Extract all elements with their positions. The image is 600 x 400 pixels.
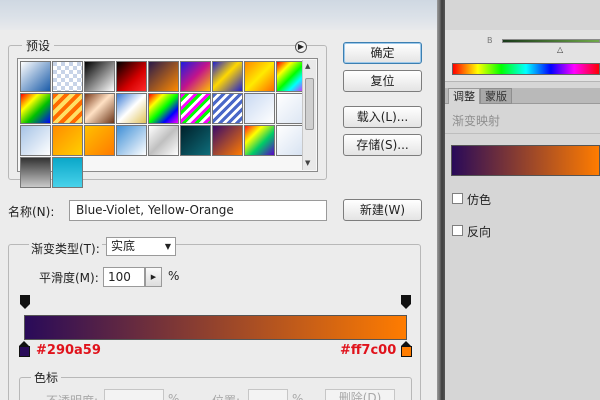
- dialog-shadow-edge: [437, 0, 445, 400]
- preset-swatch[interactable]: [84, 61, 115, 92]
- preset-swatch[interactable]: [244, 93, 275, 124]
- preset-swatch[interactable]: [20, 157, 51, 188]
- presets-label: 预设: [22, 37, 55, 54]
- tab-adjustments[interactable]: 调整: [448, 88, 480, 104]
- location-unit: %: [292, 392, 304, 400]
- slider-thumb-icon[interactable]: △: [557, 45, 563, 54]
- panel-tabs: 调整 蒙版: [445, 88, 600, 104]
- opacity-field[interactable]: [104, 389, 164, 400]
- panel-divider: [445, 133, 600, 134]
- end-color-hex: #ff7c00: [340, 343, 397, 358]
- preset-swatch[interactable]: [20, 125, 51, 156]
- preset-swatch[interactable]: [180, 125, 211, 156]
- name-field[interactable]: Blue-Violet, Yellow-Orange: [69, 200, 327, 221]
- preset-swatch[interactable]: [20, 93, 51, 124]
- dither-checkbox[interactable]: [452, 193, 463, 204]
- new-button[interactable]: 新建(W): [343, 199, 422, 221]
- color-stop-left[interactable]: [19, 341, 30, 358]
- smoothness-arrow-icon[interactable]: ▶: [145, 267, 162, 287]
- preset-swatch[interactable]: [84, 125, 115, 156]
- presets-menu-icon[interactable]: ▶: [295, 41, 307, 53]
- preset-swatch[interactable]: [148, 93, 179, 124]
- preset-swatch[interactable]: [116, 125, 147, 156]
- gradient-map-preview[interactable]: [451, 145, 600, 176]
- preset-swatch[interactable]: [52, 93, 83, 124]
- preset-swatch[interactable]: [116, 61, 147, 92]
- swatch-grid: [20, 61, 307, 188]
- load-button[interactable]: 载入(L)...: [343, 106, 422, 128]
- adjustments-panel: B △ 调整 蒙版 渐变映射 仿色 反向: [445, 0, 600, 400]
- name-label: 名称(N):: [8, 205, 55, 219]
- preset-swatch[interactable]: [116, 93, 147, 124]
- slider-letter: B: [487, 36, 493, 45]
- preset-swatch[interactable]: [52, 61, 83, 92]
- preset-swatch[interactable]: [180, 61, 211, 92]
- location-field[interactable]: [248, 389, 288, 400]
- preset-swatch[interactable]: [180, 93, 211, 124]
- preset-swatch[interactable]: [212, 93, 243, 124]
- color-slider[interactable]: [502, 39, 600, 43]
- reverse-label: 反向: [467, 225, 492, 239]
- chevron-down-icon: ▼: [164, 242, 171, 251]
- gradient-editor-dialog: 预设 ▶ ▲ ▼ 确定 复位 载入(L)... 存储(S)... 名称(N): …: [0, 0, 437, 400]
- start-color-hex: #290a59: [36, 343, 101, 358]
- gradient-preview-bar[interactable]: [24, 315, 407, 340]
- scroll-thumb[interactable]: [305, 78, 314, 130]
- dialog-top-strip: [0, 0, 437, 30]
- smoothness-label: 平滑度(M):: [39, 271, 99, 285]
- smoothness-unit: %: [168, 269, 180, 283]
- presets-swatch-panel: ▲ ▼: [17, 58, 318, 188]
- save-button[interactable]: 存储(S)...: [343, 134, 422, 156]
- panel-title: 渐变映射: [452, 114, 501, 128]
- color-stop-right[interactable]: [401, 341, 412, 358]
- gradient-type-value: 实底: [111, 239, 136, 253]
- tab-masks[interactable]: 蒙版: [480, 88, 512, 104]
- preset-swatch[interactable]: [244, 61, 275, 92]
- ok-button[interactable]: 确定: [343, 42, 422, 64]
- preset-swatch[interactable]: [244, 125, 275, 156]
- reset-button[interactable]: 复位: [343, 70, 422, 92]
- opacity-unit: %: [168, 392, 180, 400]
- smoothness-field[interactable]: 100: [103, 267, 145, 287]
- color-spectrum[interactable]: [452, 63, 600, 75]
- color-stops-label: 色标: [31, 369, 62, 386]
- preset-swatch[interactable]: [20, 61, 51, 92]
- preset-swatch[interactable]: [212, 61, 243, 92]
- preset-swatch[interactable]: [84, 93, 115, 124]
- preset-swatch[interactable]: [148, 61, 179, 92]
- preset-swatch[interactable]: [212, 125, 243, 156]
- scroll-down-icon[interactable]: ▼: [305, 159, 310, 167]
- dither-label: 仿色: [467, 193, 492, 207]
- gradient-type-select[interactable]: 实底 ▼: [106, 237, 176, 256]
- opacity-stop-left[interactable]: [20, 295, 30, 309]
- preset-swatch[interactable]: [52, 125, 83, 156]
- preset-swatch[interactable]: [148, 125, 179, 156]
- delete-button[interactable]: 删除(D): [325, 389, 395, 400]
- preset-swatch[interactable]: [52, 157, 83, 188]
- swatch-scrollbar[interactable]: ▲ ▼: [302, 60, 316, 170]
- scroll-up-icon[interactable]: ▲: [305, 62, 310, 70]
- opacity-stop-right[interactable]: [401, 295, 411, 309]
- gradient-type-label: 渐变类型(T):: [29, 240, 102, 257]
- reverse-checkbox[interactable]: [452, 225, 463, 236]
- location-label: 位置:: [212, 392, 240, 400]
- opacity-label: 不透明度:: [46, 392, 98, 400]
